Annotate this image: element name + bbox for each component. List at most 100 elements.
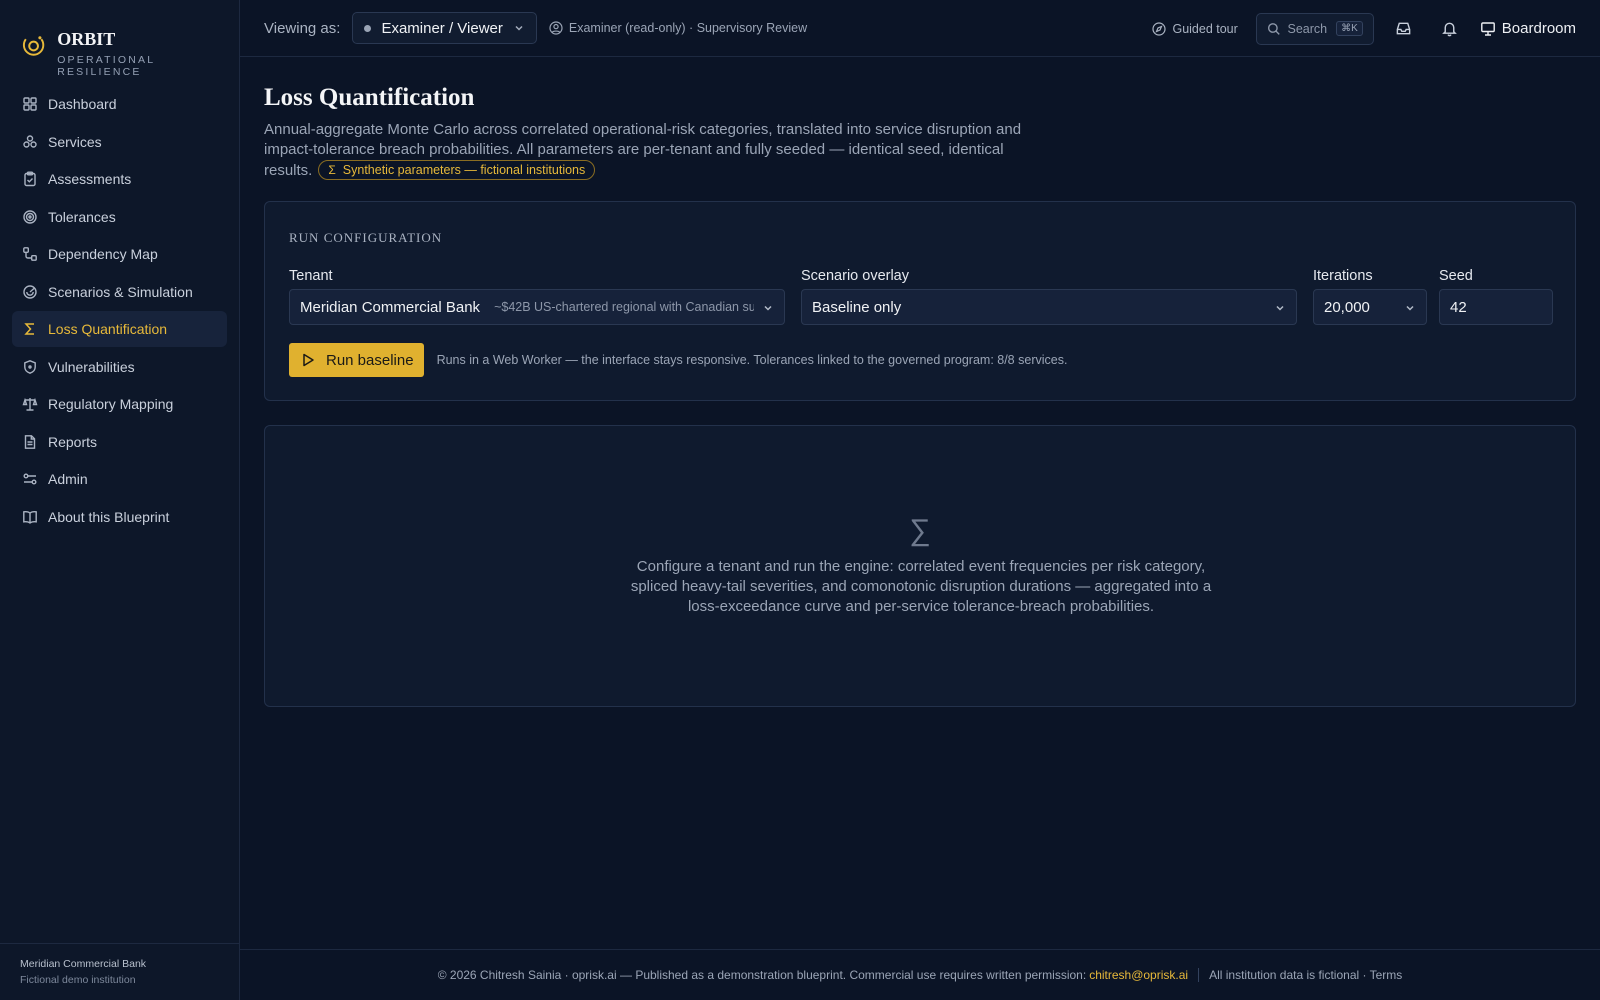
seed-field: Seed 42 — [1439, 268, 1553, 325]
iterations-select-value: 20,000 — [1324, 298, 1370, 316]
page-footer: © 2026 Chitresh Sainia · oprisk.ai — Pub… — [240, 949, 1600, 1000]
run-configuration-card: RUN CONFIGURATION Tenant Meridian Commer… — [264, 201, 1576, 401]
brand[interactable]: ORBIT OPERATIONAL RESILIENCE — [20, 28, 239, 78]
search-placeholder: Search — [1287, 21, 1328, 36]
clipboard-icon — [24, 171, 36, 187]
role-info-text: Examiner (read-only) · Supervisory Revie… — [568, 21, 808, 35]
sidebar-item-services[interactable]: Services — [12, 124, 227, 160]
services-icon — [23, 134, 37, 148]
brand-name: ORBIT — [57, 29, 116, 49]
sidebar-item-label: About this Blueprint — [48, 508, 170, 525]
guided-tour-label: Guided tour — [1172, 21, 1238, 36]
sidebar-item-label: Loss Quantification — [48, 321, 168, 337]
sidebar-item-dashboard[interactable]: Dashboard — [12, 86, 227, 122]
chevron-down-icon — [1276, 305, 1284, 311]
book-icon — [23, 510, 37, 524]
viewing-as-label: Viewing as: — [264, 19, 341, 37]
grid-icon — [23, 97, 37, 111]
status-dot — [364, 24, 372, 32]
sidebar-item-label: Regulatory Mapping — [48, 396, 174, 412]
sidebar-item-tolerances[interactable]: Tolerances — [12, 199, 227, 235]
seed-label: Seed — [1439, 268, 1473, 284]
sidebar-footer: Meridian Commercial Bank Fictional demo … — [0, 943, 240, 1000]
iterations-label: Iterations — [1313, 268, 1373, 284]
sidebar-item-regulatory-mapping[interactable]: Regulatory Mapping — [12, 386, 227, 422]
sidebar-item-dependency-map[interactable]: Dependency Map — [12, 236, 227, 272]
sidebar-item-label: Vulnerabilities — [48, 358, 135, 375]
search-icon — [1267, 22, 1280, 35]
page-title: Loss Quantification — [264, 84, 475, 111]
institution-name: Meridian Commercial Bank — [20, 958, 147, 970]
synthetic-badge-label: Synthetic parameters — fictional institu… — [342, 163, 586, 177]
iterations-field: Iterations 20,000 — [1313, 268, 1427, 325]
orbit-logo-icon — [22, 36, 45, 56]
inbox-icon — [1396, 22, 1411, 35]
sidebar-item-vulnerabilities[interactable]: Vulnerabilities — [12, 349, 227, 385]
radar-icon — [23, 284, 37, 299]
chevron-down-icon — [1406, 305, 1414, 311]
sidebar-item-label: Assessments — [48, 171, 132, 187]
sidebar-item-loss-quantification[interactable]: Loss Quantification — [12, 311, 227, 347]
scale-icon — [22, 397, 38, 411]
document-icon — [24, 434, 36, 449]
sidebar-item-label: Dependency Map — [48, 246, 158, 262]
boardroom-label: Boardroom — [1501, 20, 1576, 37]
topbar-actions: Guided tour Search ⌘K Boardroom — [1152, 0, 1576, 57]
run-baseline-button[interactable]: Run baseline — [289, 343, 424, 377]
footer-note: All institution data is fictional · Term… — [1209, 968, 1403, 982]
run-configuration-heading: RUN CONFIGURATION — [289, 230, 443, 245]
institution-note: Fictional demo institution — [20, 974, 136, 986]
page-description: Annual-aggregate Monte Carlo across corr… — [264, 120, 1034, 181]
sidebar-item-reports[interactable]: Reports — [12, 424, 227, 460]
sidebar-item-scenarios[interactable]: Scenarios & Simulation — [12, 274, 227, 310]
user-circle-icon — [549, 21, 563, 35]
brand-subtitle: OPERATIONAL RESILIENCE — [57, 54, 155, 78]
shield-icon — [24, 359, 36, 374]
guided-tour-button[interactable]: Guided tour — [1152, 21, 1238, 36]
role-select[interactable]: Examiner / Viewer — [352, 12, 537, 44]
results-empty-state: ∑ Configure a tenant and run the engine:… — [264, 425, 1576, 707]
empty-state-text: Configure a tenant and run the engine: c… — [630, 558, 1212, 615]
seed-input[interactable]: 42 — [1439, 289, 1553, 325]
chevron-down-icon — [515, 25, 523, 31]
sidebar-item-label: Dashboard — [48, 96, 117, 112]
tenant-select[interactable]: Meridian Commercial Bank ~$42B US-charte… — [289, 289, 785, 325]
synthetic-badge: Σ Synthetic parameters — fictional instit… — [318, 160, 596, 180]
footer-email-link[interactable]: chitresh@oprisk.ai — [1089, 968, 1188, 982]
footer-copyright: © 2026 Chitresh Sainia · oprisk.ai — Pub… — [437, 968, 1087, 982]
dependency-icon — [23, 247, 37, 261]
scenario-label: Scenario overlay — [801, 268, 909, 284]
boardroom-button[interactable]: Boardroom — [1480, 20, 1576, 37]
tenant-field: Tenant Meridian Commercial Bank ~$42B US… — [289, 268, 785, 325]
iterations-select[interactable]: 20,000 — [1313, 289, 1427, 325]
target-icon — [23, 209, 37, 224]
role-info: Examiner (read-only) · Supervisory Revie… — [549, 21, 807, 35]
sidebar-item-assessments[interactable]: Assessments — [12, 161, 227, 197]
scenario-field: Scenario overlay Baseline only — [801, 268, 1297, 325]
footer-divider — [1198, 968, 1200, 982]
sidebar-item-admin[interactable]: Admin — [12, 461, 227, 497]
sidebar-item-about[interactable]: About this Blueprint — [12, 499, 227, 535]
sidebar-item-label: Admin — [48, 471, 88, 487]
sliders-icon — [23, 473, 37, 485]
notifications-button[interactable] — [1434, 13, 1466, 45]
sigma-icon — [24, 323, 34, 335]
sigma-icon: Σ — [328, 163, 336, 177]
sidebar-item-label: Services — [48, 133, 102, 150]
search-input[interactable]: Search ⌘K — [1255, 12, 1374, 45]
scenario-select-value: Baseline only — [812, 298, 902, 316]
presentation-icon — [1480, 21, 1495, 36]
chevron-down-icon — [764, 305, 772, 311]
run-baseline-label: Run baseline — [326, 351, 414, 369]
scenario-select[interactable]: Baseline only — [801, 289, 1297, 325]
tenant-select-detail: ~$42B US-chartered regional with Canadia… — [494, 300, 754, 314]
sidebar-item-label: Tolerances — [48, 208, 116, 225]
sidebar-nav: Dashboard Services Assessments Tolerance… — [12, 86, 227, 536]
inbox-button[interactable] — [1388, 13, 1420, 45]
sidebar: ORBIT OPERATIONAL RESILIENCE Dashboard S… — [0, 0, 240, 1000]
sidebar-item-label: Scenarios & Simulation — [48, 283, 193, 300]
tenant-label: Tenant — [289, 268, 333, 284]
search-shortcut: ⌘K — [1336, 21, 1363, 36]
role-select-value: Examiner / Viewer — [381, 19, 503, 37]
main-content: Loss Quantification Annual-aggregate Mon… — [264, 57, 1576, 707]
